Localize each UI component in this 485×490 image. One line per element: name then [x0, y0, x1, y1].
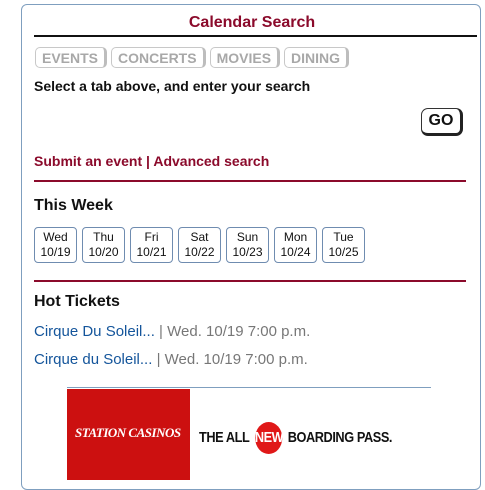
day-button-thu[interactable]: Thu 10/20: [82, 227, 125, 263]
submit-links: Submit an event | Advanced search: [34, 153, 269, 169]
section-divider: [34, 280, 466, 282]
advanced-search-link[interactable]: Advanced search: [153, 153, 269, 169]
day-button-mon[interactable]: Mon 10/24: [274, 227, 317, 263]
day-date: 10/24: [280, 245, 311, 259]
day-name: Wed: [43, 230, 68, 244]
ticket-info: | Wed. 10/19 7:00 p.m.: [152, 351, 308, 368]
this-week-heading: This Week: [34, 197, 113, 214]
search-hint: Select a tab above, and enter your searc…: [34, 78, 311, 94]
tab-movies[interactable]: MOVIES: [209, 47, 281, 68]
ad-text-before: THE ALL: [199, 428, 250, 446]
day-date: 10/25: [328, 245, 359, 259]
tab-dining[interactable]: DINING: [284, 47, 350, 68]
week-days: Wed 10/19 Thu 10/20 Fri 10/21 Sat 10/22 …: [34, 227, 365, 263]
ticket-info: | Wed. 10/19 7:00 p.m.: [154, 323, 311, 340]
tab-concerts[interactable]: CONCERTS: [111, 47, 206, 68]
day-date: 10/19: [40, 245, 71, 259]
day-name: Sat: [190, 230, 209, 244]
day-button-sun[interactable]: Sun 10/23: [226, 227, 269, 263]
ad-text-after: BOARDING PASS.: [287, 428, 393, 446]
day-name: Sun: [236, 230, 259, 244]
boarding-pass-ad[interactable]: STATION CASINOS THE ALL NEW BOARDING PAS…: [67, 387, 431, 480]
day-date: 10/23: [232, 245, 263, 259]
day-button-sat[interactable]: Sat 10/22: [178, 227, 221, 263]
day-date: 10/22: [184, 245, 215, 259]
new-badge: NEW: [254, 422, 284, 454]
ticket-link[interactable]: Cirque du Soleil...: [34, 351, 152, 368]
day-name: Tue: [333, 230, 354, 244]
ticket-item: Cirque du Soleil... | Wed. 10/19 7:00 p.…: [34, 351, 308, 368]
tab-events[interactable]: EVENTS: [35, 47, 108, 68]
go-button[interactable]: GO: [421, 108, 463, 136]
day-button-tue[interactable]: Tue 10/25: [322, 227, 365, 263]
day-name: Mon: [283, 230, 308, 244]
search-tabs: EVENTS CONCERTS MOVIES DINING: [35, 47, 350, 68]
ticket-link[interactable]: Cirque Du Soleil...: [34, 323, 155, 340]
day-date: 10/20: [88, 245, 119, 259]
submit-event-link[interactable]: Submit an event: [34, 153, 142, 169]
day-button-fri[interactable]: Fri 10/21: [130, 227, 173, 263]
section-divider: [34, 180, 466, 182]
ticket-item: Cirque Du Soleil... | Wed. 10/19 7:00 p.…: [34, 323, 310, 340]
day-button-wed[interactable]: Wed 10/19: [34, 227, 77, 263]
logo-text: STATION CASINOS: [75, 425, 181, 440]
ad-headline: THE ALL NEW BOARDING PASS.: [199, 422, 392, 454]
day-date: 10/21: [136, 245, 167, 259]
day-name: Fri: [144, 230, 159, 244]
station-casinos-logo: STATION CASINOS: [67, 389, 190, 480]
calendar-search-title: Calendar Search: [188, 14, 316, 31]
calendar-panel: Calendar Search EVENTS CONCERTS MOVIES D…: [21, 4, 481, 490]
hot-tickets-heading: Hot Tickets: [34, 293, 120, 310]
title-divider: [34, 35, 477, 37]
link-separator: |: [146, 153, 150, 169]
day-name: Thu: [93, 230, 114, 244]
